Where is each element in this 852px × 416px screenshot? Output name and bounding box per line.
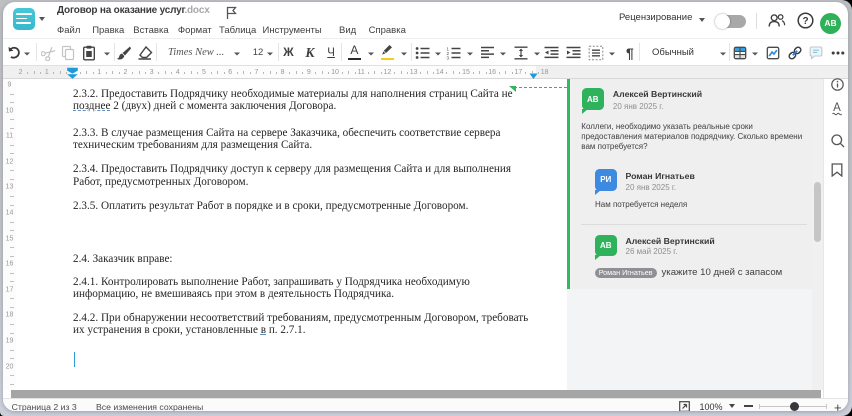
svg-text:3: 3 (447, 55, 450, 59)
svg-text:А: А (833, 102, 841, 114)
svg-text:?: ? (802, 16, 808, 27)
